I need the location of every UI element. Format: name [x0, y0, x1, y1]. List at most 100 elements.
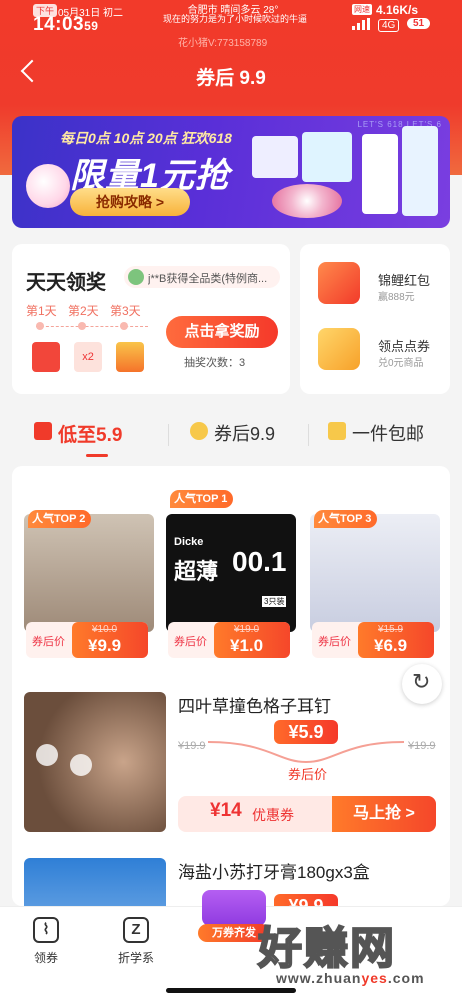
promo-banner[interactable]: LET'S 618 LET'S 6 每日0点 10点 20点 狂欢618 限量1… [12, 116, 450, 228]
original-price: ¥10.0 [92, 624, 118, 635]
points-coupon-item[interactable]: 领点点券 兑0元商品 [314, 322, 444, 382]
current-price: ¥5.9 [274, 720, 338, 744]
watermark-url: www.zhuanyes.com [276, 970, 425, 986]
product-image [252, 136, 298, 178]
sheep-mascot-icon [26, 164, 70, 208]
product-image [362, 134, 398, 214]
top-product-card[interactable]: 人气TOP 2 券后价 ¥10.0 ¥9.9 [24, 504, 154, 694]
claim-reward-button[interactable]: 点击拿奖励 [166, 316, 278, 348]
tab-label: 一件包邮 [352, 424, 424, 444]
progress-dot [36, 322, 44, 330]
price-label: 券后价 [32, 636, 65, 648]
divider [308, 424, 309, 446]
net-label: 网速 [352, 4, 372, 15]
after-coupon-label: 券后价 [288, 767, 328, 782]
progress-dot [120, 322, 128, 330]
price-label: 券后价 [318, 636, 351, 648]
day-label: 第3天 [110, 304, 141, 318]
draw-count-text: 抽奖次数：3 [184, 357, 246, 369]
tab-label: 低至5.9 [58, 425, 123, 446]
item-subtitle: 兑0元商品 [378, 358, 424, 369]
original-price: ¥19.9 [178, 740, 206, 752]
price-bar: 券后价 ¥15.9 ¥6.9 [312, 622, 434, 658]
coin-icon [190, 422, 208, 440]
winner-ticker: j**B获得全品类(特例商... [124, 266, 280, 288]
bonus-card: 锦鲤红包 赢888元 领点点券 兑0元商品 [300, 244, 450, 394]
brand-text: Dicke [174, 536, 204, 548]
item-title: 锦鲤红包 [378, 273, 431, 288]
progress-line [36, 326, 148, 327]
watermark: 好赚网 www.zhuanyes.com [257, 912, 458, 992]
product-image [24, 514, 154, 632]
current-price: ¥1.0 [230, 636, 264, 655]
nav-item-zhexue[interactable]: Z 折学系 [106, 917, 166, 966]
koi-red-packet-item[interactable]: 锦鲤红包 赢888元 [314, 256, 444, 316]
ticket-icon [318, 328, 360, 370]
daily-reward-title: 天天领奖 [26, 272, 106, 294]
red-packet-icon [318, 262, 360, 304]
coupon-icon: ⌇ [33, 917, 59, 943]
product-image [402, 126, 438, 216]
top-badge: 人气TOP 3 [314, 510, 378, 528]
item-subtitle: 赢888元 [378, 292, 415, 303]
price-tag: ¥10.0 ¥9.9 [72, 622, 148, 658]
status-time: 14:0359 [33, 14, 99, 35]
active-tab-indicator [86, 454, 108, 457]
nav-item-coupon[interactable]: ⌇ 领券 [16, 917, 76, 966]
gift-box-icon [116, 342, 144, 372]
top-product-card[interactable]: 人气TOP 1 Dicke 超薄 00.1 3只装 券后价 ¥19.0 ¥1.0 [166, 484, 296, 674]
price-label: 券后价 [174, 636, 207, 648]
avatar [128, 269, 144, 285]
product-item[interactable]: 四叶草撞色格子耳钉 ¥19.9 ¥19.9 ¥5.9 券后价 ¥14 优惠券 马… [12, 692, 438, 842]
battery-icon: 51 [407, 18, 431, 29]
original-price: ¥15.9 [378, 624, 404, 635]
progress-dot [78, 322, 86, 330]
home-indicator [166, 988, 296, 993]
network-badge: 4G [378, 19, 400, 32]
current-price: ¥9.9 [88, 636, 122, 655]
price-bar: 券后价 ¥19.0 ¥1.0 [168, 622, 290, 658]
top-badge: 人气TOP 1 [170, 490, 234, 508]
double-icon: x2 [74, 342, 102, 372]
earring-icon [70, 754, 92, 776]
product-image [24, 858, 166, 906]
nav-label: 领券 [33, 951, 58, 965]
bookmark-icon [328, 422, 346, 440]
banner-products [242, 126, 442, 221]
current-price: ¥9.9 [274, 894, 338, 906]
z-icon: Z [123, 917, 149, 943]
product-image [24, 692, 166, 832]
refresh-icon: ↻ [412, 669, 431, 694]
signal-icon [352, 18, 372, 30]
shopping-guide-button[interactable]: 抢购攻略 > [70, 188, 190, 216]
product-list: 人气TOP 2 券后价 ¥10.0 ¥9.9 人气TOP 1 Dicke 超薄 … [12, 466, 450, 906]
day-label: 第1天 [26, 304, 57, 318]
watermark-title: 好赚网 [257, 923, 396, 974]
price-bar: 券后价 ¥10.0 ¥9.9 [26, 622, 148, 658]
item-title: 领点点券 [378, 339, 431, 354]
slogan-text: 现在的努力是为了小时候吹过的牛逼 [162, 14, 307, 24]
top-badge: 人气TOP 2 [28, 510, 92, 528]
banner-subtitle: 每日0点 10点 20点 狂欢618 [60, 130, 232, 146]
coupon-bar[interactable]: ¥14 优惠券 马上抢 > [178, 796, 436, 832]
nav-label: 折学系 [117, 951, 154, 965]
gift-machine-icon [202, 890, 266, 926]
tag-icon [34, 422, 52, 440]
coupon-label: 优惠券 [252, 807, 294, 823]
daily-reward-card: 天天领奖 j**B获得全品类(特例商... 第1天 第2天 第3天 x2 点击拿… [12, 244, 290, 394]
product-text: 超薄 [174, 559, 219, 584]
ticker-text: j**B获得全品类(特例商... [148, 273, 268, 285]
day-progress: 第1天 第2天 第3天 x2 [26, 302, 166, 382]
divider [168, 424, 169, 446]
buy-now-button[interactable]: 马上抢 > [332, 796, 436, 832]
current-price: ¥6.9 [374, 636, 408, 655]
tab-label: 券后9.9 [214, 424, 276, 444]
product-name: 四叶草撞色格子耳钉 [178, 697, 331, 716]
net-speed: 4.16K/s [376, 3, 419, 17]
category-tabs: 低至5.9 券后9.9 一件包邮 [0, 412, 462, 457]
nav-bar: 券后 9.9 [0, 55, 462, 95]
red-packet-icon [32, 342, 60, 372]
refresh-button[interactable]: ↻ [402, 664, 442, 704]
product-image [310, 514, 440, 632]
status-bar: 下午 05月31日 初二 14:0359 合肥市 晴间多云 28° 现在的努力是… [0, 0, 462, 49]
